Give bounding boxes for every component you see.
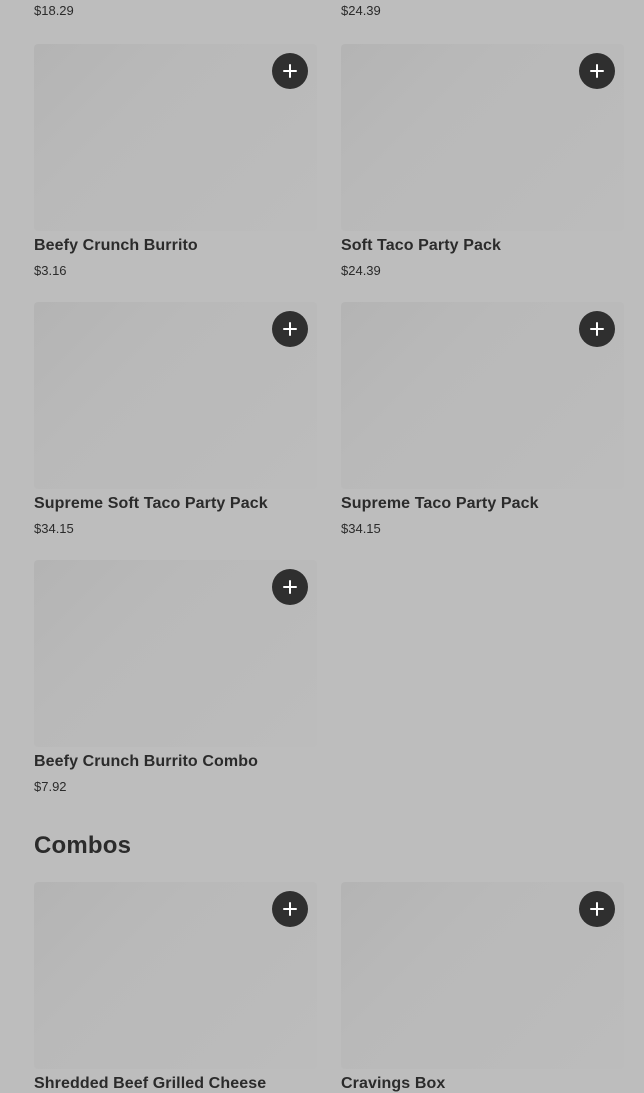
item-name[interactable]: Cravings Box [341, 1075, 445, 1093]
item-image[interactable] [34, 560, 317, 747]
menu-item-card[interactable]: Soft Taco Party Pack $24.39 [341, 44, 624, 278]
item-image[interactable] [341, 302, 624, 489]
add-to-cart-button[interactable] [579, 53, 615, 89]
item-name[interactable]: Shredded Beef Grilled Cheese [34, 1075, 266, 1093]
add-to-cart-button[interactable] [579, 311, 615, 347]
add-to-cart-button[interactable] [272, 311, 308, 347]
add-to-cart-button[interactable] [579, 891, 615, 927]
add-to-cart-button[interactable] [272, 891, 308, 927]
item-price: $24.39 [341, 263, 381, 278]
add-to-cart-button[interactable] [272, 569, 308, 605]
menu-item-card[interactable]: Supreme Soft Taco Party Pack $34.15 [34, 302, 317, 536]
item-name[interactable]: Soft Taco Party Pack [341, 237, 501, 255]
item-image[interactable] [34, 44, 317, 231]
item-image[interactable] [34, 882, 317, 1069]
add-to-cart-button[interactable] [272, 53, 308, 89]
plus-icon [283, 322, 297, 336]
item-name[interactable]: Beefy Crunch Burrito [34, 237, 198, 255]
item-price: $34.15 [341, 521, 381, 536]
item-image[interactable] [34, 302, 317, 489]
section-title-combos: Combos [34, 832, 132, 859]
item-price: $3.16 [34, 263, 67, 278]
item-name[interactable]: Beefy Crunch Burrito Combo [34, 753, 258, 771]
item-price: $34.15 [34, 521, 74, 536]
menu-item-card[interactable]: Supreme Taco Party Pack $34.15 [341, 302, 624, 536]
menu-item-card[interactable]: Beefy Crunch Burrito $3.16 [34, 44, 317, 278]
plus-icon [590, 902, 604, 916]
plus-icon [283, 902, 297, 916]
menu-item-card[interactable]: Shredded Beef Grilled Cheese [34, 882, 317, 1092]
plus-icon [590, 322, 604, 336]
plus-icon [590, 64, 604, 78]
menu-item-card[interactable]: Cravings Box [341, 882, 624, 1092]
item-price: $24.39 [341, 3, 381, 18]
item-image[interactable] [341, 44, 624, 231]
item-image[interactable] [341, 882, 624, 1069]
item-price: $7.92 [34, 779, 67, 794]
menu-item-card[interactable]: Beefy Crunch Burrito Combo $7.92 [34, 560, 317, 794]
item-name[interactable]: Supreme Taco Party Pack [341, 495, 539, 513]
item-price: $18.29 [34, 3, 74, 18]
item-name[interactable]: Supreme Soft Taco Party Pack [34, 495, 268, 513]
plus-icon [283, 580, 297, 594]
plus-icon [283, 64, 297, 78]
